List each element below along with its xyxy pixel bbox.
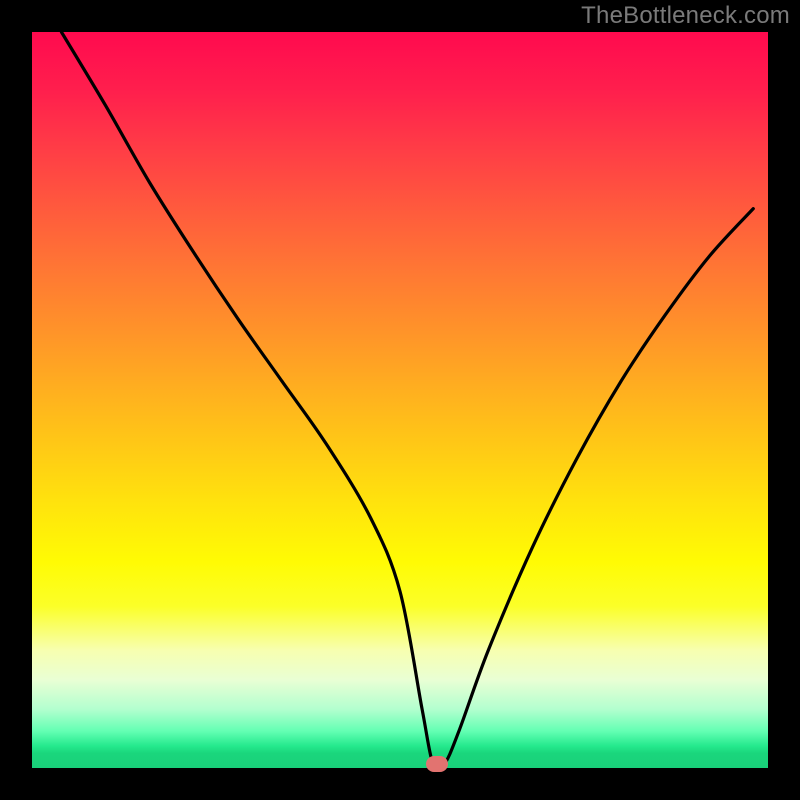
watermark-text: TheBottleneck.com — [581, 2, 790, 30]
bottleneck-curve-path — [61, 32, 753, 770]
curve-svg — [32, 32, 768, 768]
plot-area — [32, 32, 768, 768]
chart-stage: TheBottleneck.com — [0, 0, 800, 800]
minimum-marker — [426, 756, 448, 772]
